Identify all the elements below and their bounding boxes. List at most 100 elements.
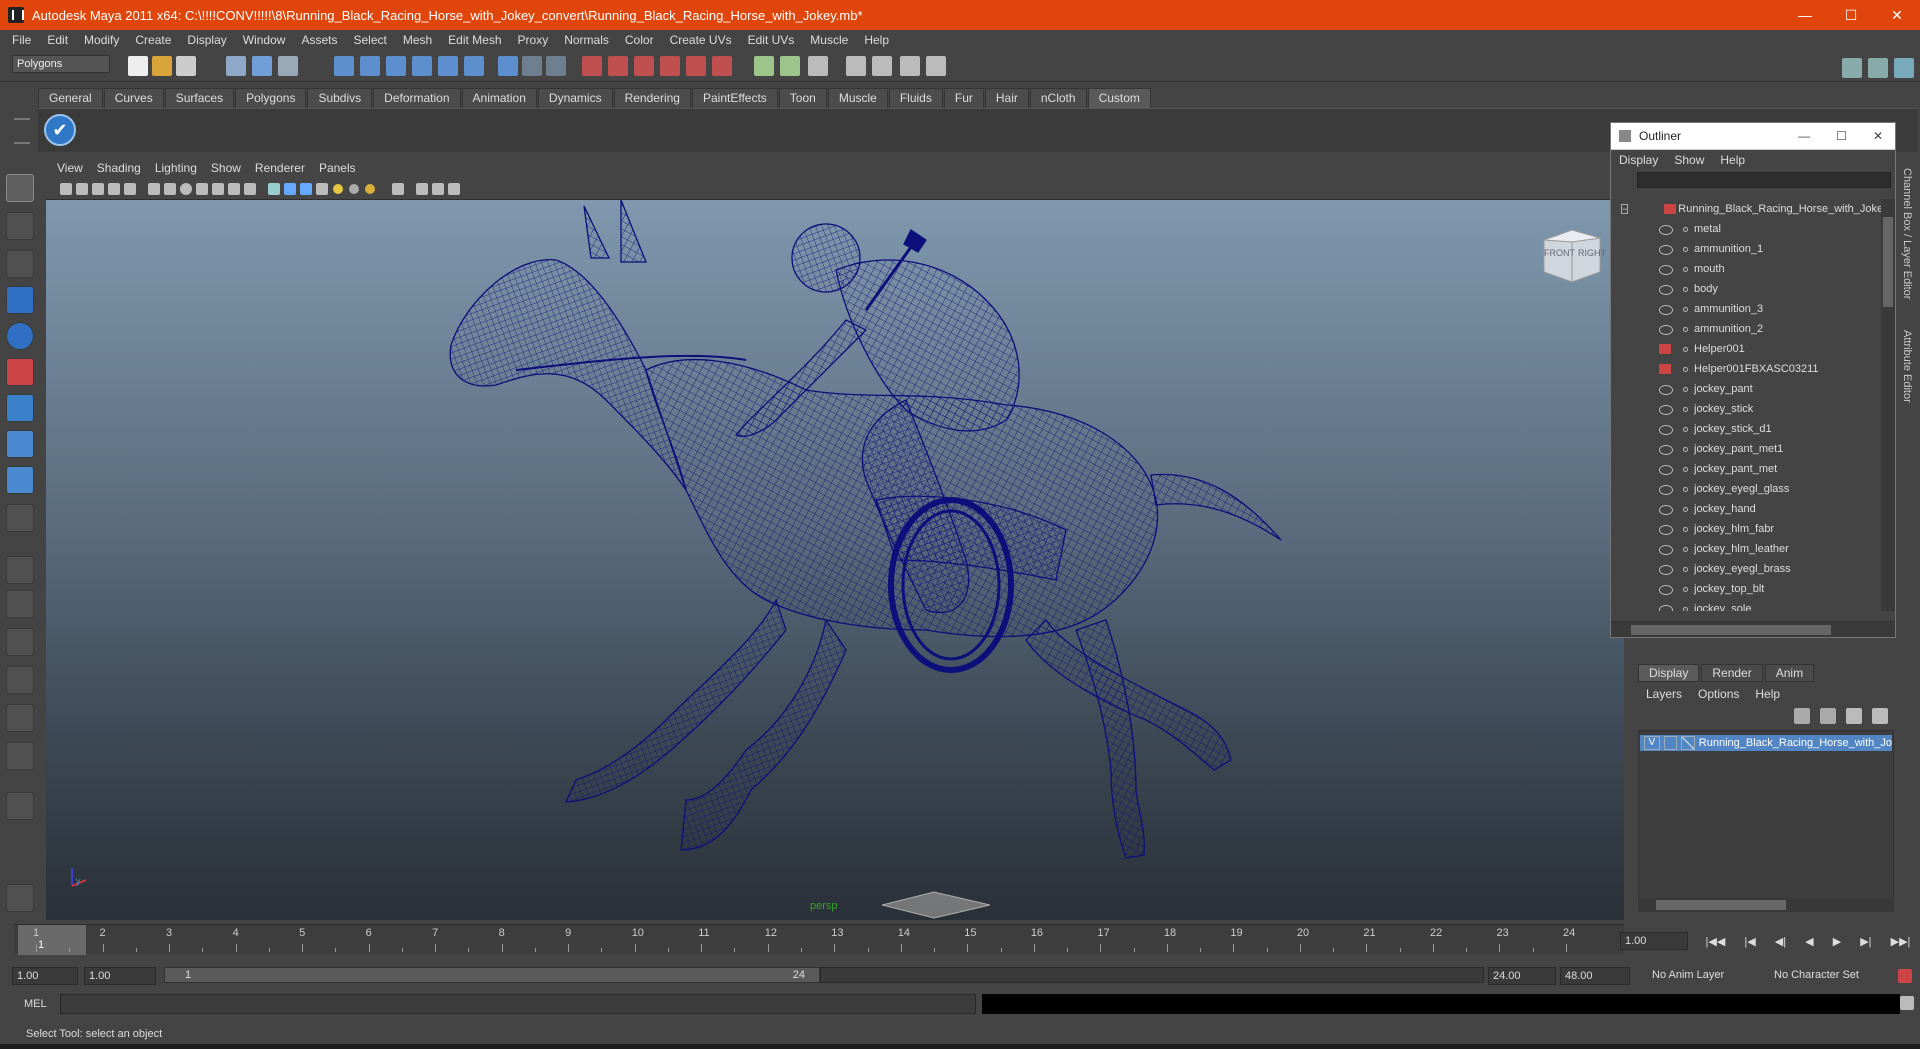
input-line-icon[interactable] [754,56,774,76]
outliner-horizontal-scrollbar[interactable] [1611,621,1895,637]
shelf-tab-surfaces[interactable]: Surfaces [164,88,235,108]
snap-view-icon[interactable] [464,56,484,76]
outliner-item[interactable]: jockey_stick_d1 [1611,419,1881,439]
render-settings-icon[interactable] [634,56,654,76]
construction-history-icon[interactable] [546,56,566,76]
layer-display-type-toggle[interactable] [1663,736,1678,750]
panel-toolbar-icons[interactable] [46,178,566,200]
shelf-tab-general[interactable]: General [38,88,103,108]
animation-end-field[interactable]: 48.00 [1560,967,1630,985]
panel-menu-panels[interactable]: Panels [312,161,363,175]
menu-help[interactable]: Help [856,33,897,47]
menu-muscle[interactable]: Muscle [802,33,856,47]
outliner-item[interactable]: jockey_pant [1611,379,1881,399]
outliner-item[interactable]: jockey_pant_met1 [1611,439,1881,459]
outliner-maximize-button[interactable]: ☐ [1836,129,1847,143]
snap-grid-icon[interactable] [334,56,354,76]
channel-box-icon[interactable] [872,56,892,76]
render-current-icon[interactable] [582,56,602,76]
step-back-frame-button[interactable]: ◀| [1775,935,1786,948]
outliner-menu-display[interactable]: Display [1611,153,1666,167]
layer-color-swatch-icon[interactable] [1681,736,1695,750]
auto-key-icon[interactable] [1898,969,1912,983]
current-frame-field[interactable]: 1.00 [1620,932,1688,950]
time-slider[interactable]: 1 1 2 3 4 5 6 7 8 9 10 11 12 13 14 15 16 17 18 19 20 21 22 23 2… [14,924,1624,955]
menu-assets[interactable]: Assets [293,33,345,47]
panel-attr-icon[interactable] [1894,58,1914,78]
layer-menu-help[interactable]: Help [1747,687,1788,701]
outliner-item[interactable]: metal [1611,219,1881,239]
outliner-item[interactable]: Helper001FBXASC03211 [1611,359,1881,379]
animation-start-field[interactable]: 1.00 [12,967,78,985]
range-slider-track[interactable] [820,967,1484,983]
snap-curve-icon[interactable] [360,56,380,76]
go-to-end-button[interactable]: ▶▶| [1891,935,1911,948]
viewcube-right-label[interactable]: RIGHT [1578,248,1606,258]
paint-select-icon[interactable] [6,250,34,278]
menu-file[interactable]: File [4,33,39,47]
outliner-hscroll-thumb[interactable] [1631,625,1831,635]
outliner-item[interactable]: jockey_hlm_leather [1611,539,1881,559]
ipr-render-icon[interactable] [608,56,628,76]
shelf-tab-curves[interactable]: Curves [103,88,164,108]
current-time-marker[interactable]: 1 [18,925,86,955]
playback-start-field[interactable]: 1.00 [84,967,156,985]
layer-visibility-toggle[interactable]: V [1644,736,1660,750]
outliner-item[interactable]: jockey_stick [1611,399,1881,419]
viewcube-front-label[interactable]: FRONT [1544,248,1575,258]
outliner-menu-help[interactable]: Help [1712,153,1753,167]
shelf-tab-subdivs[interactable]: Subdivs [307,88,373,108]
outliner-item[interactable]: jockey_pant_met [1611,459,1881,479]
universal-manipulator-icon[interactable] [6,394,34,422]
outliner-item[interactable]: ammunition_3 [1611,299,1881,319]
select-component-icon[interactable] [278,56,298,76]
checkmark-shelf-icon[interactable]: ✔ [44,114,76,146]
hypershade-icon[interactable] [660,56,680,76]
menu-normals[interactable]: Normals [556,33,617,47]
layer-editor-icon[interactable] [926,56,946,76]
last-tool-icon[interactable] [6,504,34,532]
perspective-viewport[interactable]: y [46,200,1624,920]
minimize-button[interactable]: — [1782,0,1828,30]
script-editor-icon[interactable] [1900,996,1914,1010]
layer-tab-anim[interactable]: Anim [1764,664,1815,682]
snap-live-icon[interactable] [498,56,518,76]
layer-tab-render[interactable]: Render [1701,664,1763,682]
maximize-button[interactable]: ☐ [1828,0,1874,30]
new-scene-icon[interactable] [128,56,148,76]
attribute-editor-icon[interactable] [808,56,828,76]
snap-surface-icon[interactable] [438,56,458,76]
side-tab-attribute-editor[interactable]: Attribute Editor [1901,330,1913,403]
outliner-root-item[interactable]: − Running_Black_Racing_Horse_with_Jokey [1611,199,1881,219]
new-layer-icon[interactable] [1846,708,1862,724]
shelf-menu-icon[interactable] [14,118,30,144]
outliner-item[interactable]: ammunition_1 [1611,239,1881,259]
shelf-tab-deformation[interactable]: Deformation [373,88,461,108]
close-button[interactable]: ✕ [1874,0,1920,30]
layer-move-up-icon[interactable] [1794,708,1810,724]
menu-edit-mesh[interactable]: Edit Mesh [440,33,509,47]
range-slider-handle[interactable]: 1 24 [164,967,820,983]
panel-menu-show[interactable]: Show [204,161,248,175]
menu-set-dropdown[interactable]: Polygons [12,55,110,73]
sidebar-toggle-icon[interactable] [780,56,800,76]
shelf-tab-fur[interactable]: Fur [943,88,984,108]
quick-layout-icon[interactable] [6,884,34,912]
outliner-item[interactable]: jockey_sole [1611,599,1881,611]
layout-options-icon[interactable] [6,792,34,820]
menu-mesh[interactable]: Mesh [395,33,440,47]
new-layer-selected-icon[interactable] [1872,708,1888,724]
mel-language-toggle[interactable]: MEL [24,998,47,1010]
outliner-item[interactable]: jockey_eyegl_brass [1611,559,1881,579]
channel-layer-icon[interactable] [900,56,920,76]
save-scene-icon[interactable] [176,56,196,76]
layer-horizontal-scrollbar[interactable] [1638,898,1894,912]
shelf-tab-ncloth[interactable]: nCloth [1029,88,1087,108]
display-layer-row[interactable]: V Running_Black_Racing_Horse_with_Jo [1640,735,1892,751]
render-view-icon[interactable] [686,56,706,76]
panel-layout-icon[interactable] [1842,58,1862,78]
character-set-dropdown[interactable]: No Character Set [1770,967,1888,985]
menu-create[interactable]: Create [127,33,179,47]
render-region-icon[interactable] [712,56,732,76]
outliner-layout-icon[interactable] [6,742,34,770]
